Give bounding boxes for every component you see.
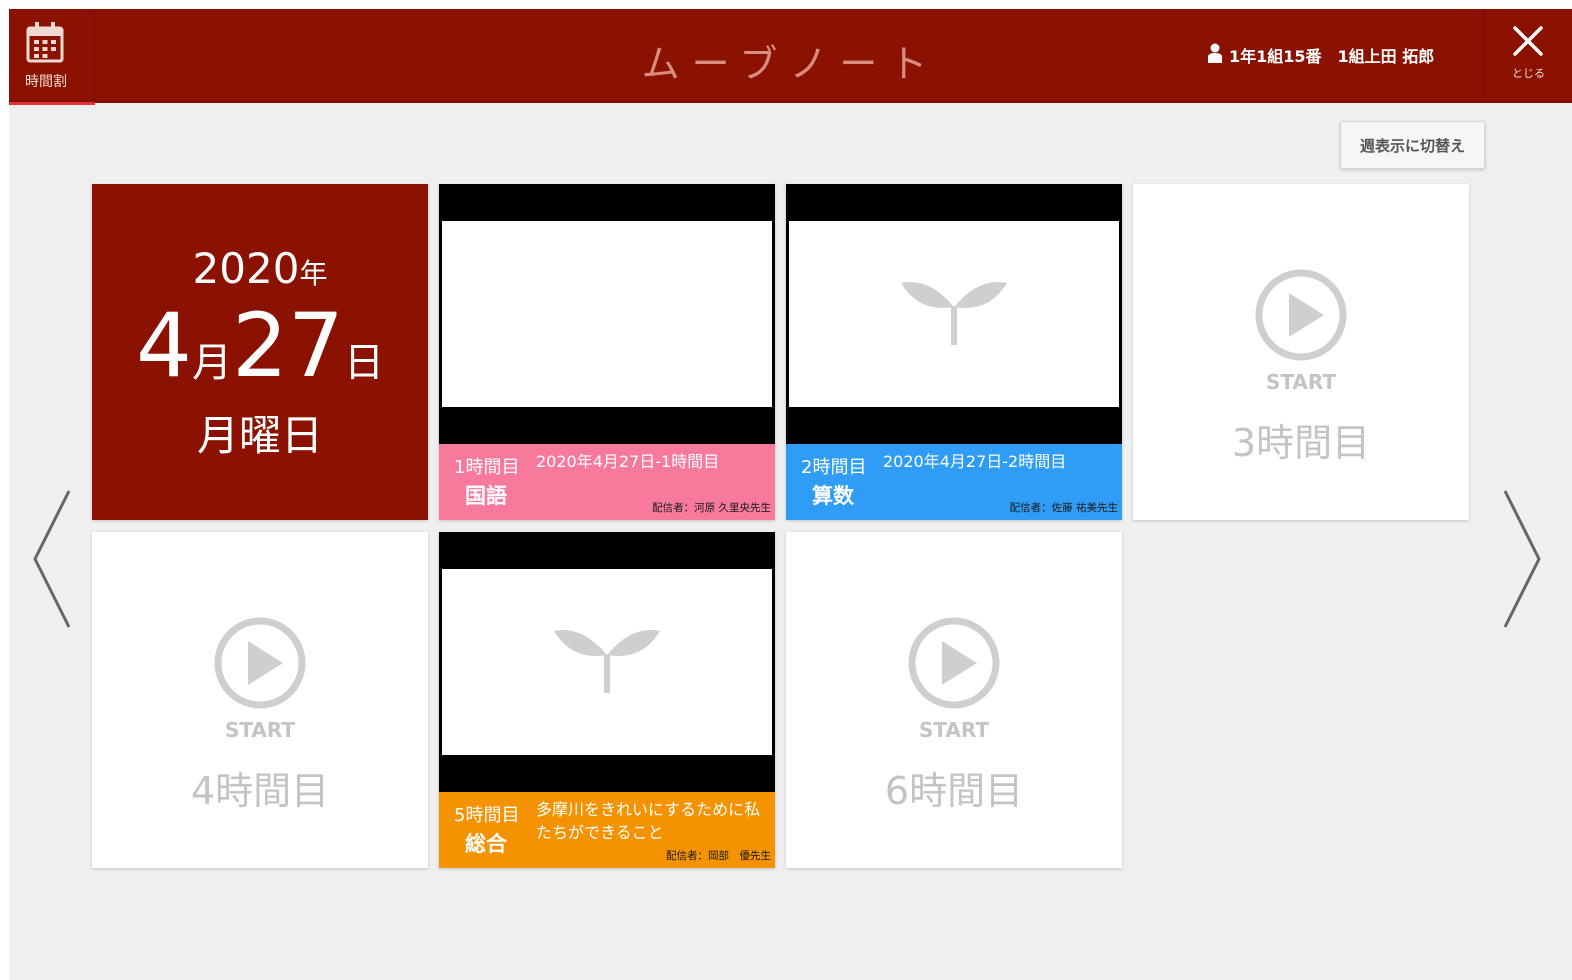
lesson-title: 2020年4月27日-1時間目 [536,452,720,471]
chevron-right-icon[interactable] [1503,489,1543,633]
play-icon [1254,268,1348,366]
close-label: とじる [1512,67,1545,80]
user-name: 1年1組15番 1組上田 拓郎 [1229,47,1435,66]
start-tile-period-3[interactable]: START 3時間目 [1133,184,1469,520]
lesson-info: 2時間目 算数 2020年4月27日-2時間目 配信者：佐藤 祐美先生 [786,444,1122,520]
date-weekday: 月曜日 [196,411,323,460]
lesson-thumbnail [786,184,1122,444]
start-label: START [1265,370,1337,394]
teacher-label: 配信者：河原 久里央先生 [652,502,771,514]
close-icon [1512,25,1544,61]
period-label: 3時間目 [1231,421,1371,465]
period-label: 6時間目 [884,769,1024,813]
lesson-info: 5時間目 総合 多摩川をきれいにするために私たちができること 配信者：岡部 優先… [439,792,775,868]
lesson-info: 1時間目 国語 2020年4月27日-1時間目 配信者：河原 久里央先生 [439,444,775,520]
lesson-thumbnail [439,184,775,444]
play-icon [907,616,1001,714]
thumbnail-screen [789,221,1119,407]
play-icon [213,616,307,714]
active-tab-indicator [9,102,95,105]
date-month-day: 4月27日 [136,294,384,397]
thumbnail-screen [442,221,772,407]
period-label: 4時間目 [190,769,330,813]
start-label: START [224,718,296,742]
sprout-icon [899,277,1009,351]
subject-label: 算数 [812,484,854,508]
subject-label: 総合 [465,832,507,856]
chevron-left-icon[interactable] [31,489,71,633]
lesson-tile-period-2[interactable]: 2時間目 算数 2020年4月27日-2時間目 配信者：佐藤 祐美先生 [786,184,1122,520]
lesson-title: 多摩川をきれいにするために私たちができること [536,800,761,842]
user-info: 1年1組15番 1組上田 拓郎 [1207,43,1434,67]
period-label: 2時間目 [801,457,867,478]
sprout-icon [552,625,662,699]
switch-to-week-view-button[interactable]: 週表示に切替え [1340,121,1485,169]
date-tile: 2020年 4月27日 月曜日 [92,184,428,520]
lesson-tile-period-5[interactable]: 5時間目 総合 多摩川をきれいにするために私たちができること 配信者：岡部 優先… [439,532,775,868]
period-label: 5時間目 [454,805,520,826]
lesson-title: 2020年4月27日-2時間目 [883,452,1067,471]
start-tile-period-4[interactable]: START 4時間目 [92,532,428,868]
subject-label: 国語 [465,484,507,508]
lesson-thumbnail [439,532,775,792]
teacher-label: 配信者：岡部 優先生 [666,850,771,862]
thumbnail-screen [442,569,772,755]
app-window: 時間割 ムーブノート 1年1組15番 1組上田 拓郎 とじる 週表示に切替え 2… [9,9,1572,980]
start-tile-period-6[interactable]: START 6時間目 [786,532,1122,868]
lesson-tile-period-1[interactable]: 1時間目 国語 2020年4月27日-1時間目 配信者：河原 久里央先生 [439,184,775,520]
teacher-label: 配信者：佐藤 祐美先生 [1009,502,1118,514]
date-year: 2020年 [192,244,328,293]
start-label: START [918,718,990,742]
user-icon [1207,43,1229,67]
close-button[interactable]: とじる [1483,9,1572,103]
period-label: 1時間目 [454,457,520,478]
header-bar: 時間割 ムーブノート 1年1組15番 1組上田 拓郎 とじる [9,9,1572,105]
